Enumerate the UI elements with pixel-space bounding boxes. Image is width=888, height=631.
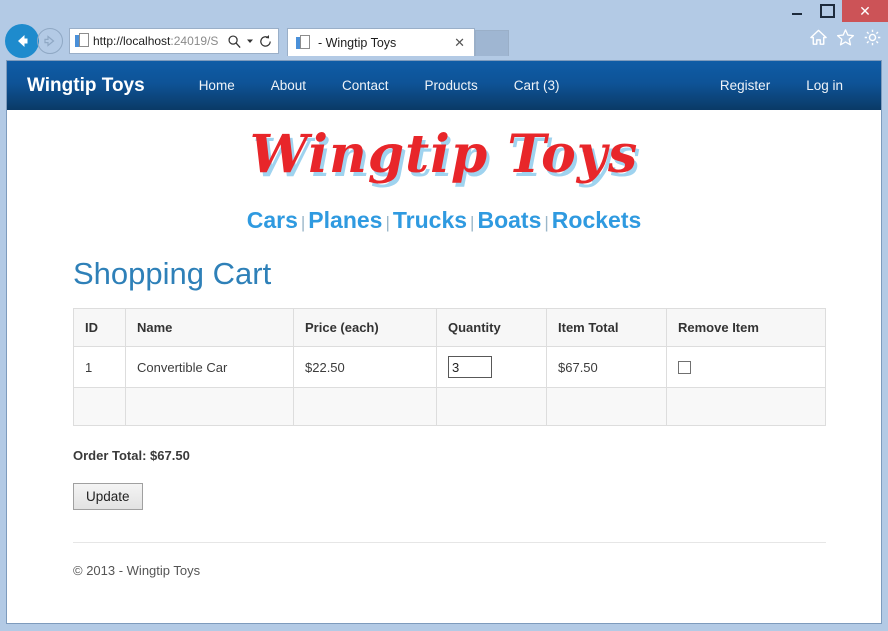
page-title: Shopping Cart (73, 256, 272, 291)
category-separator: | (544, 213, 549, 232)
search-icon[interactable] (227, 34, 242, 49)
minimize-button[interactable] (782, 0, 812, 22)
category-separator: | (470, 213, 475, 232)
column-header-quantity: Quantity (436, 308, 547, 347)
favorites-star-icon[interactable] (836, 28, 855, 47)
category-separator: | (385, 213, 390, 232)
cell-empty (436, 387, 547, 426)
nav-link-home[interactable]: Home (181, 78, 253, 93)
cell-empty (293, 387, 437, 426)
footer-divider (73, 542, 826, 543)
cell-price: $22.50 (293, 346, 437, 388)
nav-link-cart[interactable]: Cart (3) (496, 78, 578, 93)
shopping-cart-table: ID Name Price (each) Quantity Item Total… (73, 308, 826, 426)
cell-empty (666, 387, 826, 426)
tab-page-icon (296, 34, 310, 51)
cell-quantity (436, 346, 547, 388)
site-brand[interactable]: Wingtip Toys (27, 75, 145, 97)
category-link-boats[interactable]: Boats (477, 207, 541, 233)
category-separator: | (300, 213, 306, 232)
url-text: http://localhost:24019/S (93, 34, 219, 48)
category-link-planes[interactable]: Planes (308, 207, 382, 233)
nav-link-about[interactable]: About (253, 78, 324, 93)
tab-strip: - Wingtip Toys ✕ (287, 26, 509, 56)
forward-button[interactable] (37, 28, 63, 54)
settings-gear-icon[interactable] (863, 28, 882, 47)
site-nav-account-links: Register Log in (702, 78, 881, 93)
address-bar-icons (227, 34, 275, 49)
back-button[interactable] (5, 24, 39, 58)
table-row-empty (73, 387, 826, 426)
back-arrow-icon (18, 35, 28, 47)
remove-item-checkbox[interactable] (678, 360, 691, 374)
close-button[interactable]: ✕ (842, 0, 888, 22)
home-icon[interactable] (809, 28, 828, 47)
category-link-rockets[interactable]: Rockets (552, 207, 641, 233)
column-header-id: ID (73, 308, 126, 347)
new-tab-button[interactable] (475, 30, 509, 56)
cell-name: Convertible Car (125, 346, 294, 388)
cell-remove-item (666, 346, 826, 388)
quantity-input[interactable] (448, 356, 492, 378)
order-total: Order Total: $67.50 (73, 448, 190, 463)
forward-arrow-icon (44, 35, 55, 47)
column-header-item-total: Item Total (546, 308, 667, 347)
browser-tab[interactable]: - Wingtip Toys ✕ (287, 28, 475, 56)
category-link-cars[interactable]: Cars (247, 207, 298, 233)
page-viewport: Wingtip Toys Home About Contact Products… (6, 60, 882, 624)
column-header-price: Price (each) (293, 308, 437, 347)
column-header-name: Name (125, 308, 294, 347)
nav-link-products[interactable]: Products (407, 78, 496, 93)
cart-table-body: 1 Convertible Car $22.50 $67.50 (73, 346, 826, 426)
maximize-button[interactable] (812, 0, 842, 22)
chevron-down-icon[interactable] (246, 37, 254, 45)
nav-link-login[interactable]: Log in (788, 78, 861, 93)
tab-title: - Wingtip Toys (318, 35, 397, 50)
cell-empty (73, 387, 126, 426)
main-content: Shopping Cart ID Name Price (each) Quant… (7, 256, 881, 578)
cart-table-head: ID Name Price (each) Quantity Item Total… (73, 308, 826, 347)
window-controls: ✕ (782, 0, 888, 22)
category-link-trucks[interactable]: Trucks (393, 207, 467, 233)
page-content: Wingtip Toys Cars | Planes | Trucks | Boats | Ro… (7, 110, 881, 578)
table-row: 1 Convertible Car $22.50 $67.50 (73, 346, 826, 388)
cell-id: 1 (73, 346, 126, 388)
nav-link-register[interactable]: Register (702, 78, 788, 93)
refresh-icon[interactable] (258, 34, 273, 49)
cell-empty (546, 387, 667, 426)
cell-empty (125, 387, 294, 426)
browser-toolbar-right (809, 28, 882, 47)
nav-link-contact[interactable]: Contact (324, 78, 407, 93)
footer-copyright: © 2013 - Wingtip Toys (73, 563, 201, 578)
column-header-remove-item: Remove Item (666, 308, 826, 347)
tab-close-icon[interactable]: ✕ (449, 35, 470, 51)
browser-toolbar: http://localhost:24019/S - Wingtip Toys … (0, 22, 888, 60)
title-bar: ✕ (0, 0, 888, 22)
cart-header-row: ID Name Price (each) Quantity Item Total… (73, 308, 826, 347)
update-button[interactable]: Update (73, 483, 143, 510)
address-bar[interactable]: http://localhost:24019/S (69, 28, 279, 54)
category-links: Cars | Planes | Trucks | Boats | Rockets (7, 207, 881, 234)
site-nav-links: Home About Contact Products Cart (3) (181, 78, 578, 93)
site-logo: Wingtip Toys (249, 124, 639, 185)
site-navbar: Wingtip Toys Home About Contact Products… (7, 61, 881, 110)
cell-item-total: $67.50 (546, 346, 667, 388)
page-icon (75, 33, 89, 49)
browser-window: ✕ http://localhost:24019/S - Wingtip Toy… (0, 0, 888, 631)
